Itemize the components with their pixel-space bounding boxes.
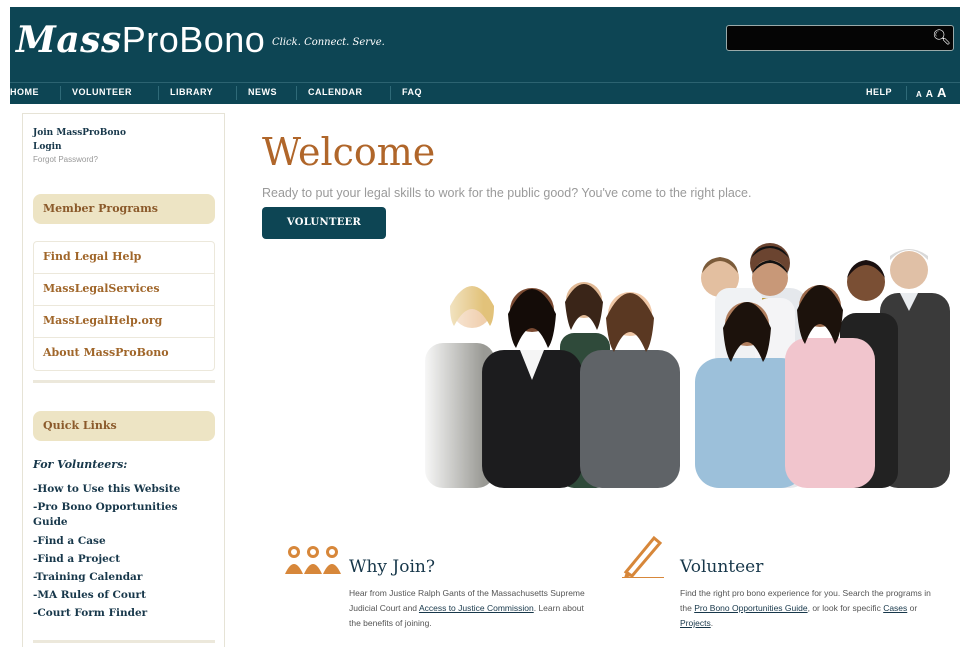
- quick-link-find-case[interactable]: -Find a Case: [33, 534, 211, 549]
- site-logo[interactable]: MassProBono: [16, 19, 265, 61]
- join-link[interactable]: Join MassProBono: [33, 128, 126, 138]
- sidebar-divider: [33, 640, 215, 643]
- nav-help[interactable]: HELP: [866, 87, 892, 97]
- nav-calendar[interactable]: CALENDAR: [308, 87, 363, 97]
- access-to-justice-link[interactable]: Access to Justice Commission: [419, 603, 534, 613]
- nav-home[interactable]: HOME: [10, 87, 39, 97]
- intro-text: Ready to put your legal skills to work f…: [262, 186, 752, 200]
- main-nav: HOME VOLUNTEER LIBRARY NEWS CALENDAR FAQ…: [10, 82, 960, 104]
- volunteer-text-part: , or look for specific: [807, 603, 884, 613]
- quick-link-training-calendar[interactable]: -Training Calendar: [33, 570, 211, 585]
- cases-link[interactable]: Cases: [883, 603, 907, 613]
- quick-links-button[interactable]: Quick Links: [33, 411, 215, 441]
- nav-library[interactable]: LIBRARY: [170, 87, 213, 97]
- for-volunteers-heading: For Volunteers:: [33, 458, 128, 471]
- sidebar-menu: Find Legal Help MassLegalServices MassLe…: [33, 241, 215, 371]
- font-size-medium-button[interactable]: A: [926, 89, 933, 100]
- sidebar-item-about[interactable]: About MassProBono: [34, 338, 214, 370]
- site-header: MassProBono Click. Connect. Serve. 🔍︎ HO…: [10, 7, 960, 104]
- font-size-large-button[interactable]: A: [937, 85, 946, 100]
- nav-divider: [158, 86, 159, 100]
- logo-bold-text: Mass: [16, 19, 122, 61]
- page-title: Welcome: [262, 130, 436, 174]
- volunteer-text: Find the right pro bono experience for y…: [680, 586, 932, 631]
- sidebar: Join MassProBono Login Forgot Password? …: [22, 113, 225, 647]
- sidebar-item-find-legal-help[interactable]: Find Legal Help: [34, 242, 214, 274]
- sidebar-divider: [33, 380, 215, 383]
- hero-group-photo: [420, 238, 950, 488]
- nav-divider: [296, 86, 297, 100]
- people-group-icon: [285, 546, 341, 574]
- quick-link-find-project[interactable]: -Find a Project: [33, 552, 211, 567]
- font-size-small-button[interactable]: A: [916, 90, 922, 99]
- volunteer-text-part: .: [710, 618, 714, 628]
- site-tagline: Click. Connect. Serve.: [272, 37, 385, 48]
- pencil-icon: [622, 535, 664, 578]
- nav-divider: [236, 86, 237, 100]
- quick-link-how-to-use[interactable]: -How to Use this Website: [33, 482, 211, 497]
- quick-link-court-form-finder[interactable]: -Court Form Finder: [33, 606, 211, 621]
- why-join-title: Why Join?: [349, 557, 435, 577]
- forgot-password-link[interactable]: Forgot Password?: [33, 155, 98, 164]
- sidebar-item-masslegalservices[interactable]: MassLegalServices: [34, 274, 214, 306]
- search-input[interactable]: 🔍︎: [726, 25, 954, 51]
- logo-regular-text: ProBono: [121, 19, 266, 60]
- volunteer-title: Volunteer: [680, 557, 764, 577]
- volunteer-text-part: or: [907, 603, 918, 613]
- login-link[interactable]: Login: [33, 142, 62, 152]
- volunteer-button[interactable]: VOLUNTEER: [262, 207, 386, 239]
- member-programs-button[interactable]: Member Programs: [33, 194, 215, 224]
- search-icon[interactable]: 🔍︎: [932, 29, 951, 45]
- projects-link[interactable]: Projects: [680, 618, 711, 628]
- nav-divider: [906, 86, 907, 100]
- nav-divider: [60, 86, 61, 100]
- nav-volunteer[interactable]: VOLUNTEER: [72, 87, 132, 97]
- quick-link-opportunities-guide[interactable]: -Pro Bono Opportunities Guide: [33, 500, 211, 530]
- quick-link-rules-of-court[interactable]: -MA Rules of Court: [33, 588, 211, 603]
- sidebar-item-masslegalhelp[interactable]: MassLegalHelp.org: [34, 306, 214, 338]
- why-join-text: Hear from Justice Ralph Gants of the Mas…: [349, 586, 589, 631]
- nav-news[interactable]: NEWS: [248, 87, 277, 97]
- font-size-controls: AAA: [916, 84, 950, 102]
- opportunities-guide-link[interactable]: Pro Bono Opportunities Guide: [694, 603, 807, 613]
- nav-faq[interactable]: FAQ: [402, 87, 422, 97]
- nav-divider: [390, 86, 391, 100]
